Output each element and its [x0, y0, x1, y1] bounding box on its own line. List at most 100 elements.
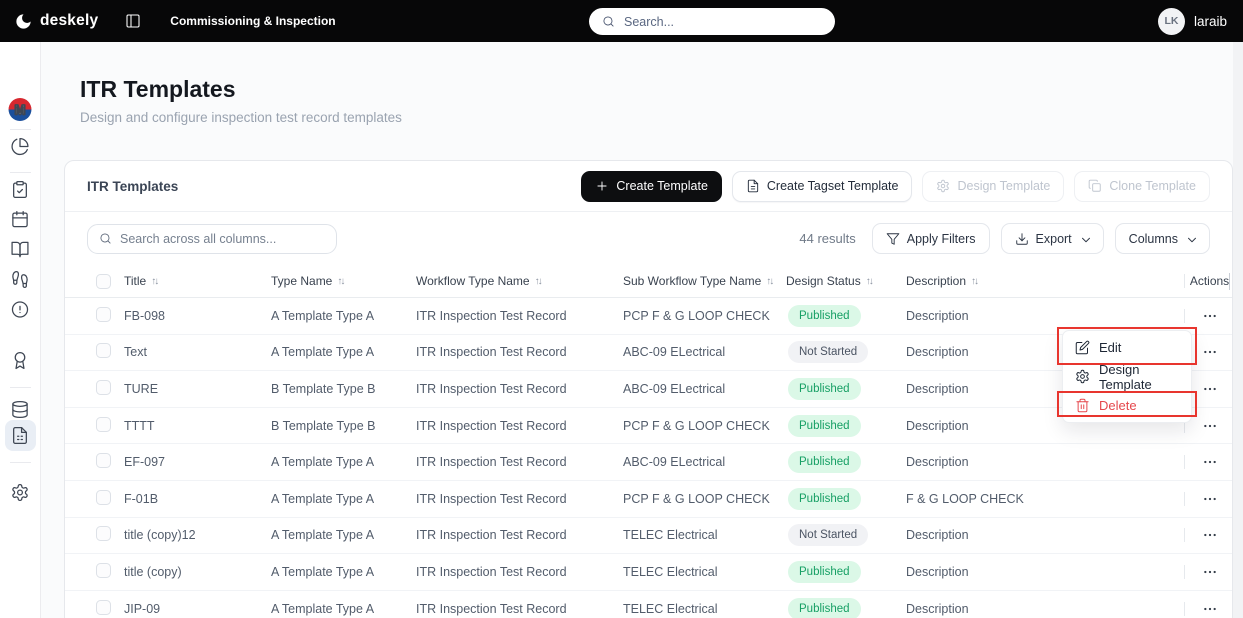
sidebar-divider: [10, 462, 31, 463]
row-checkbox[interactable]: [96, 379, 111, 395]
m-logo-icon[interactable]: M: [8, 97, 33, 122]
row-actions-button[interactable]: [1198, 560, 1222, 584]
cell-title: title (copy)12: [124, 528, 196, 543]
cell-description: Description: [906, 601, 969, 616]
row-actions-button[interactable]: [1198, 414, 1222, 438]
plus-icon: [595, 179, 609, 193]
design-status-badge: Published: [788, 414, 861, 437]
sidebar-toggle-button[interactable]: [125, 13, 141, 29]
export-button[interactable]: Export: [1000, 223, 1104, 254]
row-checkbox[interactable]: [96, 562, 111, 578]
row-actions-button[interactable]: [1198, 523, 1222, 547]
trash-icon: [1075, 398, 1090, 413]
menu-item-design-template[interactable]: Design Template: [1063, 362, 1191, 392]
row-checkbox[interactable]: [96, 306, 111, 322]
table-body: FB-098 A Template Type A ITR Inspection Te…: [65, 298, 1232, 618]
row-checkbox[interactable]: [96, 599, 111, 615]
column-header[interactable]: Title ↑↓: [124, 274, 271, 288]
table-row: TURE B Template Type B ITR Inspection Test…: [65, 371, 1232, 408]
book-open-icon[interactable]: [11, 240, 30, 259]
table-row: EF-097 A Template Type A ITR Inspection Te…: [65, 444, 1232, 481]
global-search[interactable]: [589, 8, 835, 35]
create-template-button[interactable]: Create Template: [581, 170, 722, 202]
design-status-badge: Published: [788, 597, 861, 618]
database-icon[interactable]: [11, 400, 30, 419]
cell-sub-workflow-type-name: ABC-09 ELectrical: [623, 345, 726, 360]
row-checkbox[interactable]: [96, 343, 111, 359]
column-header-actions: Actions: [1189, 274, 1230, 288]
brand-logo[interactable]: deskely: [0, 12, 98, 31]
edit-icon: [1075, 340, 1090, 355]
results-count: 44 results: [799, 231, 856, 246]
row-checkbox[interactable]: [96, 489, 111, 505]
apply-filters-button[interactable]: Apply Filters: [871, 223, 990, 254]
row-checkbox[interactable]: [96, 416, 111, 432]
menu-item-edit[interactable]: Edit: [1063, 333, 1191, 362]
page-subtitle: Design and configure inspection test rec…: [80, 110, 402, 125]
sort-icon[interactable]: ↑↓: [337, 276, 345, 287]
settings-icon[interactable]: [11, 483, 30, 502]
table-row: title (copy)12 A Template Type A ITR Inspe…: [65, 518, 1232, 555]
footprints-icon[interactable]: [11, 270, 30, 289]
cell-title: title (copy): [124, 564, 182, 579]
sort-icon[interactable]: ↑↓: [971, 276, 979, 287]
clone-template-button[interactable]: Clone Template: [1074, 170, 1210, 202]
sort-icon[interactable]: ↑↓: [766, 276, 774, 287]
award-icon[interactable]: [11, 351, 30, 370]
global-search-input[interactable]: [624, 14, 822, 29]
columns-button[interactable]: Columns: [1114, 223, 1210, 254]
row-actions-button[interactable]: [1198, 450, 1222, 474]
table-row: JIP-09 A Template Type A ITR Inspection Te…: [65, 591, 1232, 618]
column-header[interactable]: Type Name ↑↓: [271, 274, 416, 288]
calendar-icon[interactable]: [11, 210, 30, 229]
cell-type-name: A Template Type A: [271, 455, 375, 470]
table-row: title (copy) A Template Type A ITR Inspect…: [65, 554, 1232, 591]
alert-circle-icon[interactable]: [11, 300, 30, 319]
row-actions-button[interactable]: [1198, 597, 1222, 618]
cell-workflow-type-name: ITR Inspection Test Record: [416, 491, 567, 506]
sort-icon[interactable]: ↑↓: [535, 276, 543, 287]
itr-templates-panel: ITR Templates Create Template Create Tag…: [64, 160, 1233, 618]
avatar[interactable]: LK: [1157, 7, 1185, 35]
table-row: F-01B A Template Type A ITR Inspection Tes…: [65, 481, 1232, 518]
clipboard-check-icon[interactable]: [11, 180, 30, 199]
column-header[interactable]: Description ↑↓: [906, 274, 1111, 288]
cell-type-name: A Template Type A: [271, 528, 375, 543]
row-actions-button[interactable]: [1198, 304, 1222, 328]
sidebar-divider: [10, 387, 31, 388]
create-tagset-template-button[interactable]: Create Tagset Template: [731, 170, 913, 202]
cell-description: Description: [906, 528, 969, 543]
top-header-bar: deskely Commissioning & Inspection LK la…: [0, 0, 1243, 42]
table-row: FB-098 A Template Type A ITR Inspection Te…: [65, 298, 1232, 335]
table-search-input[interactable]: [120, 231, 325, 246]
sort-icon[interactable]: ↑↓: [866, 276, 874, 287]
select-all-checkbox[interactable]: [96, 273, 111, 289]
file-document-icon[interactable]: [11, 426, 30, 445]
search-icon: [99, 232, 112, 245]
cell-type-name: A Template Type A: [271, 601, 375, 616]
row-checkbox[interactable]: [96, 453, 111, 469]
sort-icon[interactable]: ↑↓: [151, 276, 159, 287]
row-actions-button[interactable]: [1198, 377, 1222, 401]
row-actions-button[interactable]: [1198, 487, 1222, 511]
cell-workflow-type-name: ITR Inspection Test Record: [416, 345, 567, 360]
menu-item-delete[interactable]: Delete: [1063, 391, 1191, 420]
column-header[interactable]: Workflow Type Name ↑↓: [416, 274, 623, 288]
column-header[interactable]: Design Status ↑↓: [786, 274, 906, 288]
scrollbar-track[interactable]: [1233, 42, 1243, 618]
cell-sub-workflow-type-name: TELEC Electrical: [623, 601, 718, 616]
row-actions-button[interactable]: [1198, 340, 1222, 364]
table-search[interactable]: [87, 223, 337, 254]
design-status-badge: Published: [788, 487, 861, 510]
table-toolbar: 44 results Apply Filters Export Columns: [65, 212, 1232, 265]
cell-description: F & G LOOP CHECK: [906, 491, 1024, 506]
cell-workflow-type-name: ITR Inspection Test Record: [416, 308, 567, 323]
cell-description: Description: [906, 564, 969, 579]
user-menu[interactable]: LK laraib: [1157, 7, 1243, 35]
row-checkbox[interactable]: [96, 526, 111, 542]
pie-chart-icon[interactable]: [11, 137, 30, 156]
design-template-button[interactable]: Design Template: [922, 170, 1065, 202]
column-header[interactable]: Sub Workflow Type Name ↑↓: [623, 274, 786, 288]
svg-text:M: M: [14, 103, 25, 118]
cell-workflow-type-name: ITR Inspection Test Record: [416, 564, 567, 579]
